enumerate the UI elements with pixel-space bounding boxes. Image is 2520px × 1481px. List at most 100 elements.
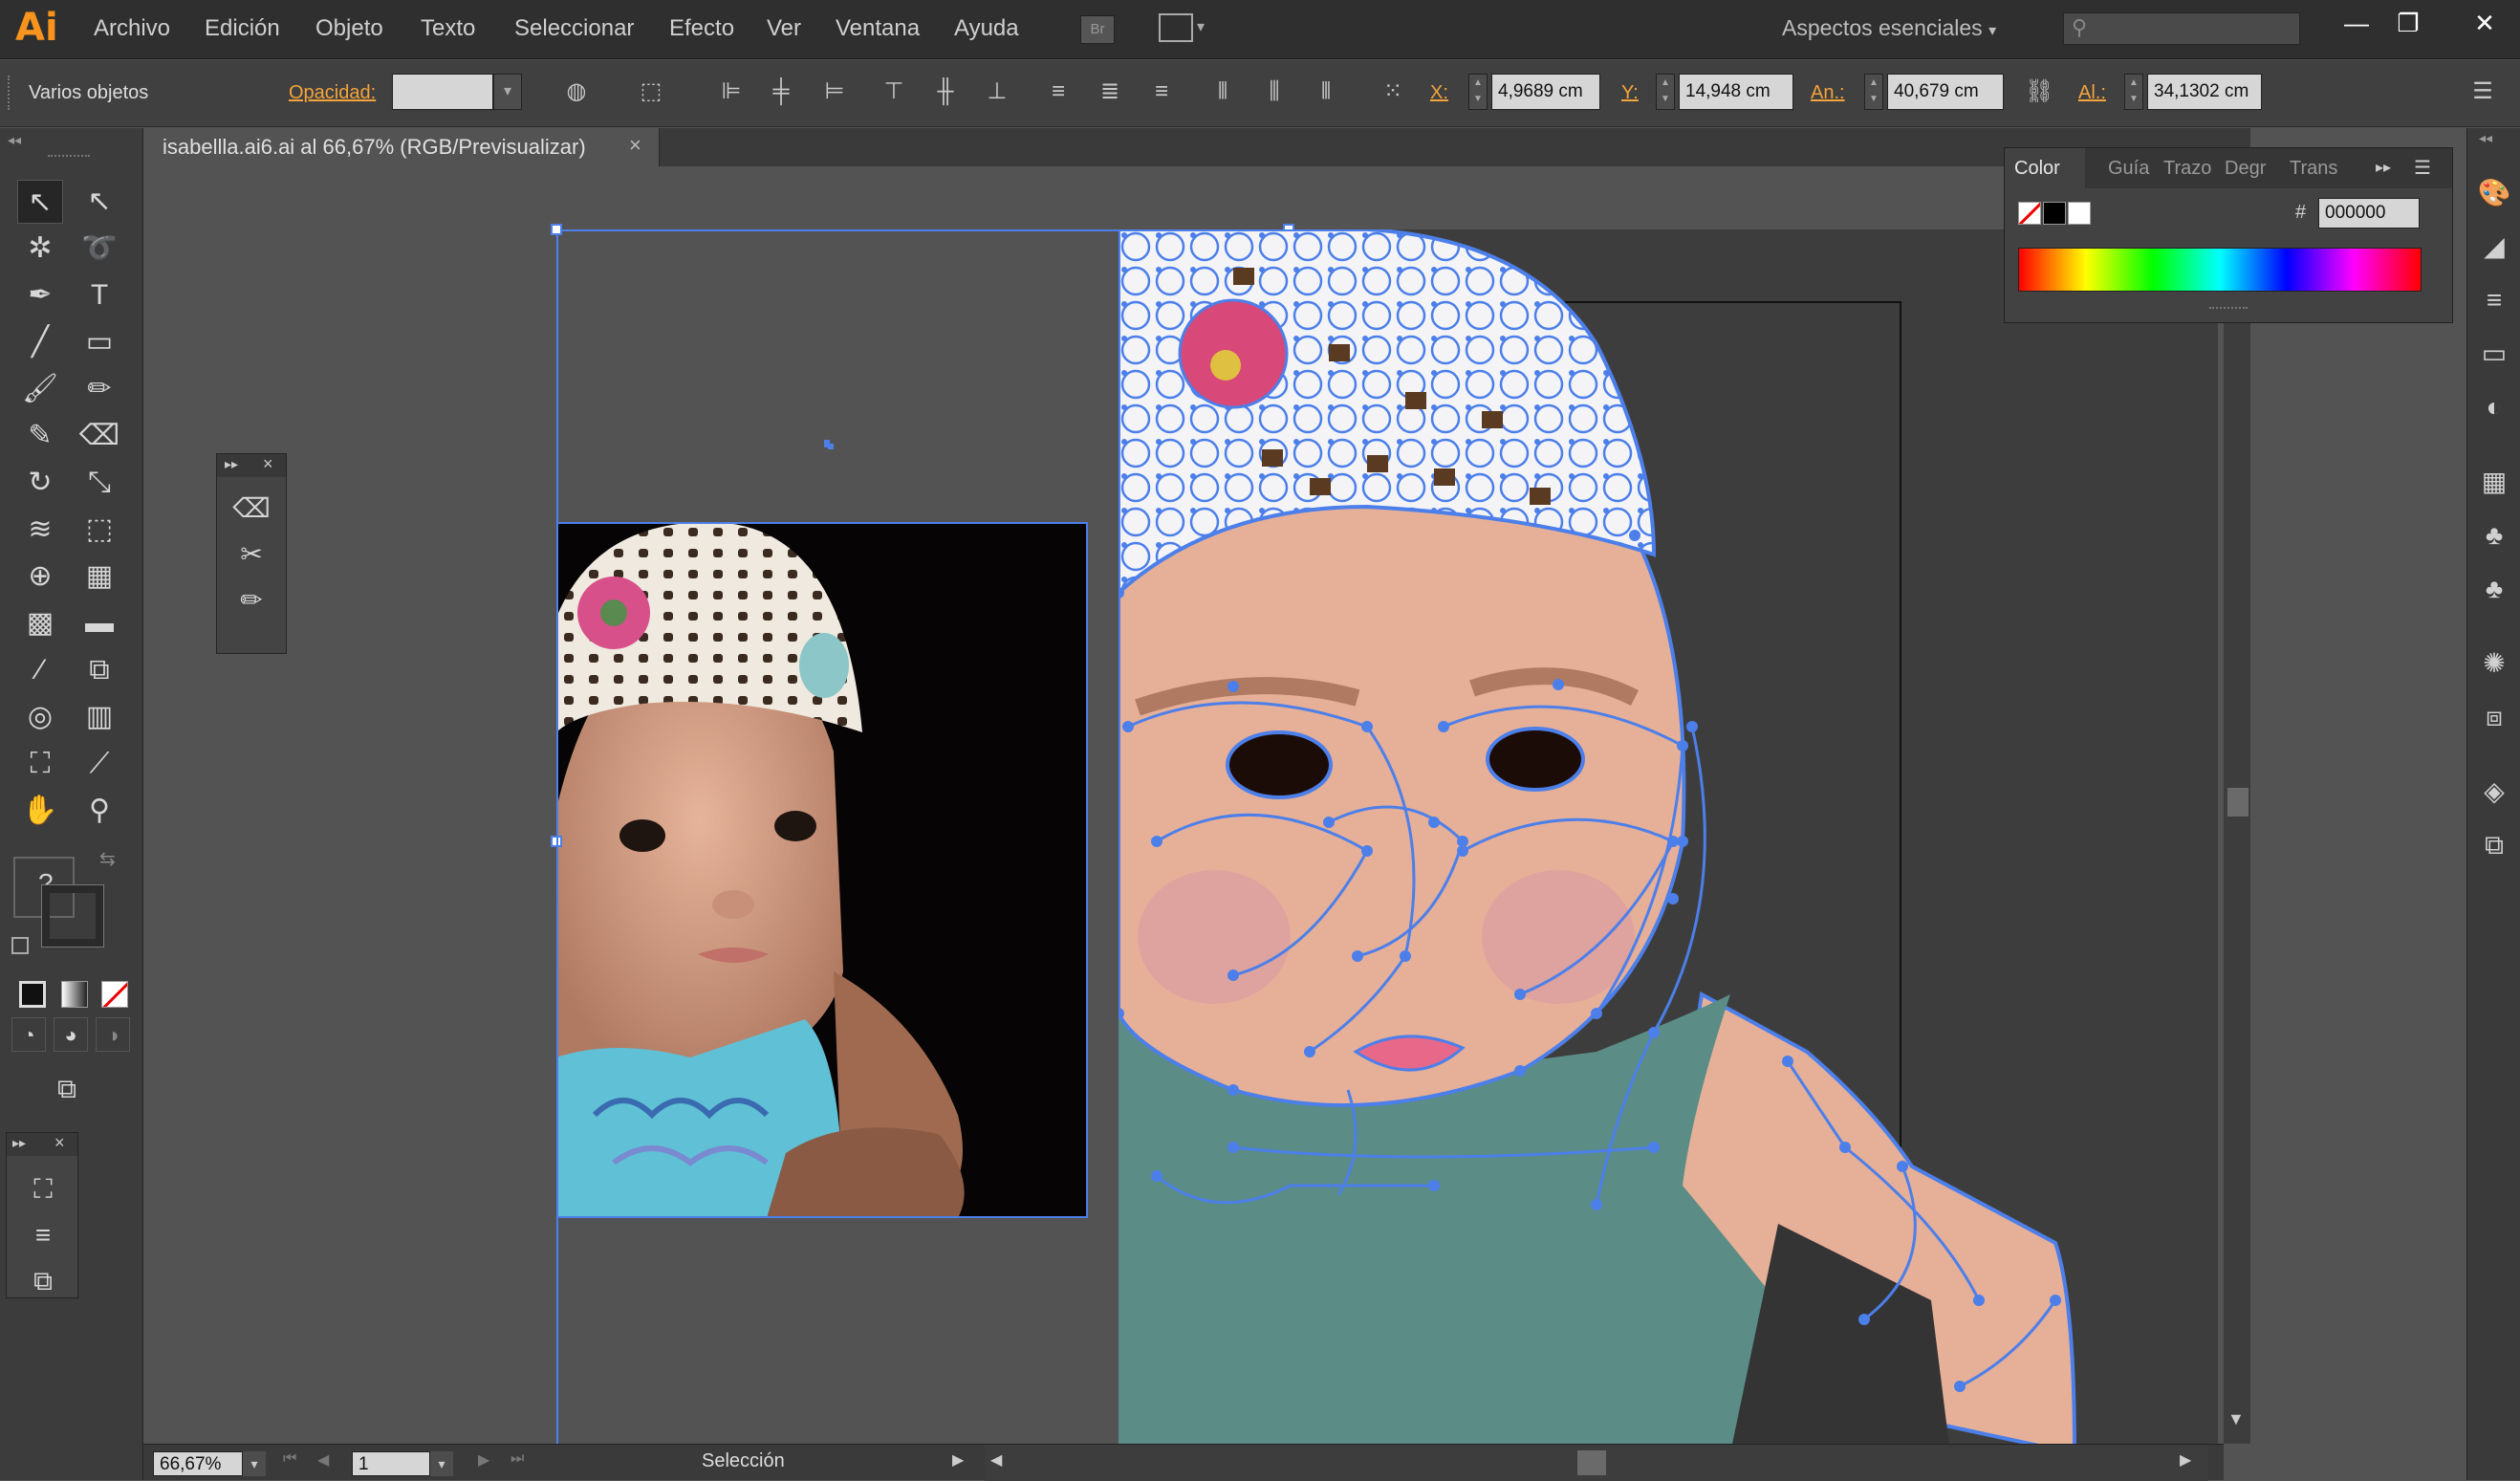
align-panel-icon[interactable]: ≡: [20, 1213, 66, 1257]
menu-edicion[interactable]: Edición: [205, 15, 280, 42]
scissors-icon[interactable]: ✂: [228, 533, 274, 577]
rectangle-tool[interactable]: ▭: [76, 320, 122, 364]
stroke-panel-icon[interactable]: ≡: [2475, 281, 2513, 319]
recolor-artwork-icon[interactable]: ◍: [562, 77, 591, 106]
menu-efecto[interactable]: Efecto: [669, 15, 734, 42]
menu-seleccionar[interactable]: Seleccionar: [514, 15, 634, 42]
artboards-panel-header[interactable]: ▸▸ ×: [7, 1133, 77, 1156]
stroke-swatch[interactable]: [41, 884, 104, 947]
menu-ver[interactable]: Ver: [767, 15, 801, 42]
menu-objeto[interactable]: Objeto: [315, 15, 383, 42]
close-panel-icon[interactable]: ×: [54, 1133, 65, 1153]
horizontal-scrollbar[interactable]: ◀ ▶: [985, 1445, 2208, 1481]
magic-wand-tool[interactable]: ✲: [17, 227, 63, 271]
direct-selection-tool[interactable]: ↖: [76, 180, 122, 224]
arrange-documents-icon[interactable]: [1159, 13, 1193, 42]
width-spinner[interactable]: ▲ ▼: [1864, 74, 1883, 110]
close-document-icon[interactable]: ×: [629, 133, 641, 158]
transparency-panel-icon[interactable]: ◐: [2475, 388, 2513, 426]
arrange-dropdown-icon[interactable]: ▾: [1197, 17, 1205, 36]
vertical-scrollbar[interactable]: ▼: [2224, 166, 2250, 1444]
color-panel-icon[interactable]: ◢: [2475, 228, 2513, 266]
close-window-button[interactable]: ✕: [2461, 6, 2509, 40]
y-position-field[interactable]: 14,948 cm: [1679, 74, 1793, 110]
draw-inside-icon[interactable]: ◑: [96, 1017, 130, 1052]
document-tab[interactable]: isabellla.ai6.ai al 66,67% (RGB/Previsua…: [143, 128, 660, 166]
paintbrush-tool[interactable]: 🖌: [17, 367, 63, 411]
width-field[interactable]: 40,679 cm: [1887, 74, 2004, 110]
blend-tool[interactable]: ⧉: [76, 648, 122, 692]
bridge-button[interactable]: Br: [1080, 15, 1115, 44]
distribute-vcenter-icon[interactable]: ≣: [1096, 77, 1124, 106]
menu-archivo[interactable]: Archivo: [94, 15, 170, 42]
height-spinner[interactable]: ▲ ▼: [2124, 74, 2143, 110]
eraser-tool[interactable]: ⌫: [76, 414, 122, 458]
artboards-panel-dock-icon[interactable]: ⧉: [2475, 826, 2513, 864]
pen-tool[interactable]: ✒: [17, 273, 63, 317]
color-mode-icon[interactable]: [19, 981, 46, 1008]
bbox-handle-tl[interactable]: [551, 224, 562, 235]
expand-eraser-panel-icon[interactable]: ▸▸: [225, 456, 238, 472]
menu-ventana[interactable]: Ventana: [836, 15, 920, 42]
constrain-proportions-icon[interactable]: ⛓: [2025, 77, 2053, 106]
expand-tabs-icon[interactable]: ▸▸: [2376, 158, 2391, 177]
hand-tool[interactable]: ✋: [17, 789, 63, 833]
zoom-dropdown-icon[interactable]: ▾: [243, 1451, 266, 1476]
collapse-dock-icon[interactable]: ◂◂: [2479, 130, 2492, 146]
help-search-input[interactable]: ⚲: [2063, 12, 2300, 45]
knife-icon[interactable]: ✏: [228, 578, 274, 622]
scroll-right-icon[interactable]: ▶: [2180, 1450, 2191, 1470]
none-swatch[interactable]: [2018, 202, 2041, 225]
x-position-field[interactable]: 4,9689 cm: [1491, 74, 1600, 110]
minimize-button[interactable]: —: [2333, 6, 2380, 40]
last-artboard-icon[interactable]: ⏭: [511, 1450, 524, 1468]
distribute-left-icon[interactable]: ⫴: [1208, 77, 1237, 106]
symbols-panel-icon[interactable]: ♣: [2475, 570, 2513, 608]
swatches-panel-icon[interactable]: ▦: [2475, 463, 2513, 501]
artboard-number-field[interactable]: 1: [352, 1451, 430, 1476]
tab-color[interactable]: Color: [2014, 158, 2060, 180]
selection-tool[interactable]: ↖: [17, 180, 63, 224]
prev-artboard-icon[interactable]: ◀: [317, 1450, 329, 1470]
vertical-scroll-thumb[interactable]: [2227, 788, 2248, 817]
eraser-panel-header[interactable]: ▸▸ ×: [217, 454, 286, 477]
control-bar-grip[interactable]: [8, 76, 13, 110]
graphic-styles-panel-icon[interactable]: ✺: [2475, 644, 2513, 683]
distribute-bottom-icon[interactable]: ≡: [1147, 77, 1176, 106]
hex-value-field[interactable]: 000000: [2318, 198, 2420, 229]
artboard-tool[interactable]: ⛶: [17, 742, 63, 786]
workspace-switcher[interactable]: Aspectos esenciales ▾: [1782, 15, 1996, 41]
slice-tool[interactable]: ⟋: [76, 742, 122, 786]
black-swatch[interactable]: [2043, 202, 2066, 225]
color-spectrum-bar[interactable]: [2018, 248, 2422, 292]
horizontal-scroll-thumb[interactable]: [1577, 1450, 1606, 1475]
lasso-tool[interactable]: ➰: [76, 227, 122, 271]
tools-grip[interactable]: [48, 155, 90, 159]
control-panel-menu-icon[interactable]: ☰: [2468, 77, 2497, 106]
mesh-tool[interactable]: ▩: [17, 601, 63, 645]
scroll-left-icon[interactable]: ◀: [990, 1450, 1002, 1470]
shape-builder-tool[interactable]: ⊕: [17, 555, 63, 599]
scale-tool[interactable]: ⤡: [76, 461, 122, 505]
reference-point-icon[interactable]: ⁙: [1379, 77, 1407, 106]
menu-ayuda[interactable]: Ayuda: [954, 15, 1019, 42]
artboard-dropdown-icon[interactable]: ▾: [430, 1451, 453, 1476]
color-panel-grip[interactable]: [2209, 307, 2248, 313]
eyedropper-tool[interactable]: ⁄: [17, 648, 63, 692]
scroll-down-icon[interactable]: ▼: [2227, 1409, 2245, 1429]
type-tool[interactable]: T: [76, 273, 122, 317]
none-mode-icon[interactable]: [101, 981, 128, 1008]
status-menu-icon[interactable]: ▶: [952, 1450, 964, 1470]
brushes-panel-icon[interactable]: ♣: [2475, 516, 2513, 555]
appearance-panel-icon[interactable]: ⧈: [2475, 698, 2513, 736]
canvas-area[interactable]: [143, 166, 2224, 1444]
pathfinder-panel-icon[interactable]: ⧉: [20, 1259, 66, 1303]
tab-guia[interactable]: Guía: [2108, 158, 2149, 180]
height-field[interactable]: 34,1302 cm: [2147, 74, 2262, 110]
distribute-hcenter-icon[interactable]: ⫼: [1260, 77, 1289, 106]
eraser-icon[interactable]: ⌫: [228, 487, 274, 531]
draw-normal-icon[interactable]: ◔: [11, 1017, 46, 1052]
warp-tool[interactable]: ≋: [17, 508, 63, 552]
tab-trazo[interactable]: Trazo: [2163, 158, 2211, 180]
close-eraser-panel-icon[interactable]: ×: [263, 454, 273, 474]
